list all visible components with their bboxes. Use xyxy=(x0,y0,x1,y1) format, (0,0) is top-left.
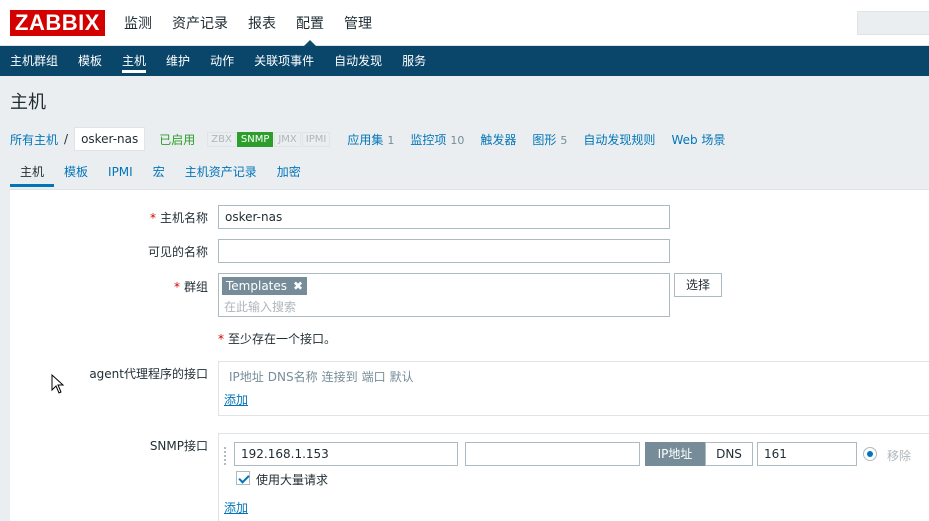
top-menu-administration[interactable]: 管理 xyxy=(344,0,384,46)
availability-jmx-badge: JMX xyxy=(274,131,301,147)
mouse-cursor-icon xyxy=(51,374,65,394)
tab-encryption[interactable]: 加密 xyxy=(267,157,311,187)
select-groups-button[interactable]: 选择 xyxy=(674,273,722,297)
hostname-input[interactable]: osker-nas xyxy=(218,205,670,229)
interface-note-text: 至少存在一个接口。 xyxy=(228,332,337,346)
visible-name-input[interactable] xyxy=(218,239,670,263)
sub-menu-actions[interactable]: 动作 xyxy=(210,46,234,76)
nav-applications: 应用集 1 xyxy=(347,131,394,148)
sub-menu-maintenance[interactable]: 维护 xyxy=(166,46,190,76)
breadcrumb-separator: / xyxy=(64,132,69,146)
groups-search-placeholder[interactable]: 在此输入搜索 xyxy=(224,298,296,315)
groups-label-text: 群组 xyxy=(183,280,208,294)
availability-badges: ZBX SNMP JMX IPMI xyxy=(207,131,331,147)
nav-triggers-link[interactable]: 触发器 xyxy=(480,131,516,148)
nav-discovery-link[interactable]: 自动发现规则 xyxy=(583,131,655,148)
host-nav: 所有主机 / osker-nas 已启用 ZBX SNMP JMX IPMI 应… xyxy=(10,124,725,154)
snmp-dns-input[interactable] xyxy=(465,442,640,466)
nav-applications-count: 1 xyxy=(387,133,395,147)
breadcrumb-current-host[interactable]: osker-nas xyxy=(74,127,146,151)
nav-graphs-link[interactable]: 图形 xyxy=(532,133,556,147)
sub-menu-discovery[interactable]: 自动发现 xyxy=(334,46,382,76)
nav-items: 监控项 10 xyxy=(410,131,464,148)
availability-zbx-badge: ZBX xyxy=(207,131,236,147)
sub-menu-hosts[interactable]: 主机 xyxy=(122,46,147,76)
agent-add-link[interactable]: 添加 xyxy=(224,391,248,408)
agent-interfaces-header: IP地址 DNS名称 连接到 端口 默认 xyxy=(229,368,414,385)
status-enabled-link[interactable]: 已启用 xyxy=(159,131,195,148)
availability-snmp-badge: SNMP xyxy=(236,131,274,147)
agent-interfaces-label: agent代理程序的接口 xyxy=(89,367,208,381)
breadcrumb-all-hosts[interactable]: 所有主机 xyxy=(10,131,58,148)
remove-tag-icon[interactable]: ✖ xyxy=(293,279,303,293)
sub-menu: 主机群组 模板 主机 维护 动作 关联项事件 自动发现 服务 xyxy=(0,46,929,76)
tab-ipmi[interactable]: IPMI xyxy=(98,157,143,187)
interface-note: * 至少存在一个接口。 xyxy=(218,330,336,347)
default-interface-radio[interactable] xyxy=(863,447,877,461)
groups-multiselect[interactable]: Templates ✖ 在此输入搜索 xyxy=(218,273,670,317)
bulk-requests-label: 使用大量请求 xyxy=(256,473,329,487)
nav-graphs: 图形 5 xyxy=(532,131,567,148)
groups-label: * 群组 xyxy=(174,278,208,295)
connect-ip-toggle[interactable]: IP地址 xyxy=(645,442,705,466)
agent-interfaces-box: IP地址 DNS名称 连接到 端口 默认 添加 xyxy=(218,361,929,416)
snmp-interfaces-label: SNMP接口 xyxy=(149,439,208,453)
tab-macros[interactable]: 宏 xyxy=(143,157,175,187)
connect-dns-toggle[interactable]: DNS xyxy=(705,442,753,466)
top-menu-inventory[interactable]: 资产记录 xyxy=(172,0,240,46)
sub-menu-templates[interactable]: 模板 xyxy=(78,46,102,76)
zabbix-logo[interactable]: ZABBIX xyxy=(10,10,105,36)
col-dns: DNS名称 xyxy=(267,370,318,384)
top-bar: ZABBIX 监测 资产记录 报表 配置 管理 xyxy=(0,0,929,46)
nav-applications-link[interactable]: 应用集 xyxy=(347,133,383,147)
tab-host[interactable]: 主机 xyxy=(10,157,55,187)
top-menu: 监测 资产记录 报表 配置 管理 xyxy=(124,0,392,46)
snmp-port-input[interactable]: 161 xyxy=(757,442,857,466)
snmp-interfaces-box: 192.168.1.153 IP地址 DNS 161 移除 使用大量请求 添加 xyxy=(218,433,929,521)
hostname-label: * 主机名称 xyxy=(150,209,208,226)
nav-items-link[interactable]: 监控项 xyxy=(410,133,446,147)
nav-items-count: 10 xyxy=(450,133,465,147)
remove-interface-link[interactable]: 移除 xyxy=(887,447,911,464)
availability-ipmi-badge: IPMI xyxy=(301,131,331,147)
sub-menu-host-groups[interactable]: 主机群组 xyxy=(10,46,58,76)
form-tabs: 主机 模板 IPMI 宏 主机资产记录 加密 xyxy=(10,157,311,187)
tab-inventory[interactable]: 主机资产记录 xyxy=(175,157,267,187)
required-asterisk: * xyxy=(218,332,224,346)
visible-name-label: 可见的名称 xyxy=(147,245,208,259)
host-form: * 主机名称 osker-nas 可见的名称 * 群组 Templates ✖ 在此输… xyxy=(10,189,929,521)
top-menu-reports[interactable]: 报表 xyxy=(248,0,288,46)
col-connect: 连接到 xyxy=(321,370,358,384)
top-menu-monitoring[interactable]: 监测 xyxy=(124,0,164,46)
col-default: 默认 xyxy=(389,370,414,384)
tab-templates[interactable]: 模板 xyxy=(54,157,98,187)
nav-graphs-count: 5 xyxy=(560,133,568,147)
search-input[interactable] xyxy=(857,11,929,35)
sub-menu-correlation[interactable]: 关联项事件 xyxy=(254,46,314,76)
sub-menu-services[interactable]: 服务 xyxy=(402,46,426,76)
snmp-add-link[interactable]: 添加 xyxy=(224,499,248,516)
required-asterisk: * xyxy=(149,211,156,225)
snmp-ip-input[interactable]: 192.168.1.153 xyxy=(234,442,458,466)
drag-handle-icon[interactable] xyxy=(223,446,227,466)
group-tag-label: Templates xyxy=(226,279,288,293)
col-port: 端口 xyxy=(361,370,386,384)
hostname-label-text: 主机名称 xyxy=(159,211,208,225)
top-menu-configuration[interactable]: 配置 xyxy=(296,0,336,46)
group-tag: Templates ✖ xyxy=(222,277,308,295)
page-title: 主机 xyxy=(10,92,46,113)
nav-web-link[interactable]: Web 场景 xyxy=(671,131,725,148)
col-ip: IP地址 xyxy=(229,370,264,384)
required-asterisk: * xyxy=(173,280,180,294)
bulk-requests-checkbox[interactable] xyxy=(236,471,250,485)
